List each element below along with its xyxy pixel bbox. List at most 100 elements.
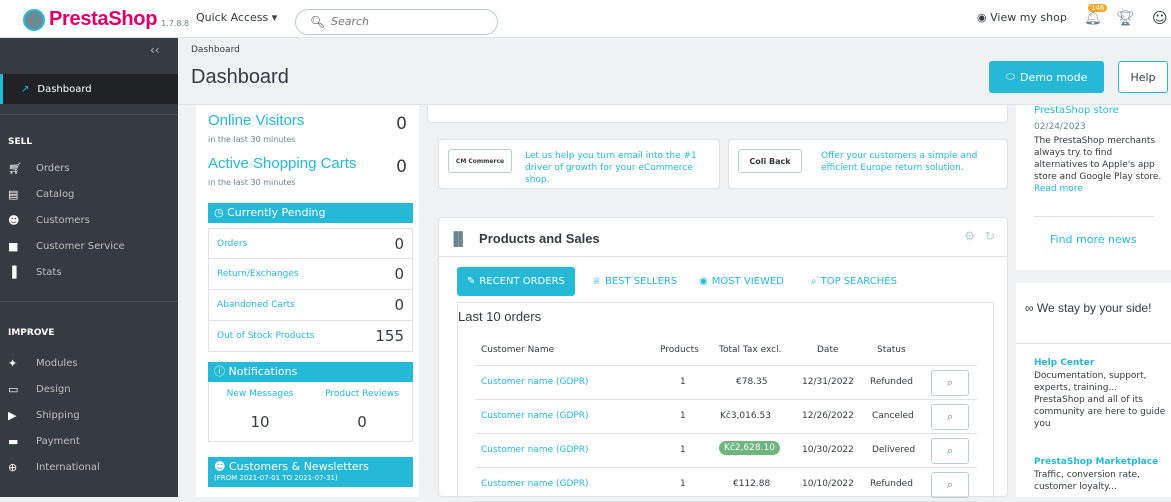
customer-name-link[interactable]: Customer name (GDPR)	[481, 377, 589, 387]
sidebar-item-dashboard[interactable]: ↗ Dashboard	[0, 74, 178, 104]
pending-returns-row[interactable]: Return/Exchanges 0	[208, 259, 413, 290]
sidebar-item-label: International	[36, 462, 100, 473]
sidebar-item-customer-service[interactable]: ■ Customer Service	[8, 240, 125, 253]
version-label: 1.7.8.8	[161, 18, 190, 28]
view-order-button[interactable]: ⌕	[931, 370, 969, 396]
online-visitors-label[interactable]: Online Visitors	[208, 112, 304, 129]
view-my-shop-link[interactable]: ◉ View my shop	[977, 11, 1067, 24]
pending-orders-row[interactable]: Orders 0	[208, 228, 413, 259]
sidebar-item-payment[interactable]: ▬ Payment	[8, 435, 80, 448]
demo-mode-button[interactable]: ⬭ Demo mode	[989, 61, 1104, 93]
marketplace-link[interactable]: PrestaShop Marketplace	[1034, 457, 1158, 467]
cm-commerce-text[interactable]: Let us help you turn email into the #1 d…	[525, 150, 715, 186]
coliback-text[interactable]: Offer your customers a simple and effici…	[821, 150, 1001, 174]
pending-out-of-stock-row[interactable]: Out of Stock Products 155	[208, 321, 413, 352]
bar-chart-icon: ▐	[8, 266, 17, 279]
sidebar-item-international[interactable]: ⊕ International	[8, 461, 100, 474]
person-icon: ☻	[214, 460, 226, 473]
help-button[interactable]: Help	[1118, 61, 1168, 93]
sidebar-item-modules[interactable]: ✦ Modules	[8, 357, 78, 370]
active-carts-value: 0	[396, 157, 407, 177]
currently-pending-header: ◷ Currently Pending	[208, 203, 413, 223]
sidebar-item-customers[interactable]: ☻ Customers	[8, 214, 90, 227]
coliback-logo: Coli Back	[738, 149, 802, 173]
tab-most-viewed[interactable]: ◉ MOST VIEWED	[689, 267, 794, 296]
customer-name-link[interactable]: Customer name (GDPR)	[481, 411, 589, 421]
panel-tools: ⚙ ↻	[964, 229, 995, 243]
tab-recent-orders[interactable]: ✎ RECENT ORDERS	[457, 267, 575, 296]
product-reviews-label: Product Reviews	[325, 389, 399, 399]
pencil-icon: ✎	[467, 276, 476, 287]
search-icon: ⌕	[946, 410, 954, 423]
customer-name-link[interactable]: Customer name (GDPR)	[481, 445, 589, 455]
trophy-icon[interactable]: 🏆︎	[1116, 9, 1135, 27]
truck-icon: ▶	[8, 409, 17, 422]
toggle-icon: ⬭	[1005, 70, 1016, 83]
search-input[interactable]	[331, 15, 481, 28]
support-title: We stay by your side!	[1036, 301, 1152, 315]
tab-top-searches[interactable]: ⌕ TOP SEARCHES	[801, 267, 907, 296]
sidebar-item-label: Customer Service	[36, 241, 125, 252]
notification-count-badge: 146	[1088, 4, 1108, 12]
bell-icon[interactable]: 🔔︎	[1084, 10, 1102, 26]
active-carts-label[interactable]: Active Shopping Carts	[208, 155, 356, 172]
news-article-title[interactable]: PrestaShop store	[1034, 105, 1119, 116]
coliback-promo[interactable]: Coli Back Offer your customers a simple …	[728, 139, 1008, 189]
breadcrumb[interactable]: Dashboard	[191, 45, 240, 55]
pending-abandoned-carts-row[interactable]: Abandoned Carts 0	[208, 290, 413, 321]
view-order-button[interactable]: ⌕	[931, 404, 969, 430]
search-box[interactable]: 🔍︎	[295, 9, 498, 35]
notifications-header: ⓘ Notifications	[208, 362, 413, 382]
new-messages-cell[interactable]: New Messages 10	[209, 382, 311, 442]
pending-label: Orders	[217, 238, 248, 249]
puffin-icon	[23, 8, 45, 31]
marketplace-text: Traffic, conversion rate, customer loyal…	[1034, 470, 1140, 492]
find-more-news-link[interactable]: Find more news	[1050, 233, 1137, 246]
cm-commerce-logo: CM Commerce	[448, 149, 512, 173]
tab-best-sellers[interactable]: ♕ BEST SELLERS	[582, 267, 687, 296]
table-row: Customer name (GDPR) 1 Kč3,016.53 12/26/…	[475, 400, 977, 434]
view-order-button[interactable]: ⌕	[931, 472, 969, 498]
recent-orders-box: Last 10 orders Customer Name Products To…	[457, 302, 994, 502]
column-header: Date	[817, 345, 839, 355]
cm-commerce-promo[interactable]: CM Commerce Let us help you turn email i…	[438, 139, 720, 189]
divider	[1034, 216, 1154, 217]
currently-pending-title: Currently Pending	[227, 206, 326, 219]
read-more-link[interactable]: Read more	[1034, 184, 1083, 194]
sidebar-item-stats[interactable]: ▐ Stats	[8, 266, 62, 279]
user-account-icon[interactable]: ☺	[1152, 9, 1168, 27]
info-icon: ⓘ	[214, 365, 225, 378]
customer-name-link[interactable]: Customer name (GDPR)	[481, 479, 589, 489]
bar-chart-icon: ▐▌	[449, 231, 468, 246]
refresh-icon[interactable]: ↻	[985, 229, 995, 243]
tab-label: RECENT ORDERS	[479, 276, 565, 287]
sidebar-item-shipping[interactable]: ▶ Shipping	[8, 409, 80, 422]
support-panel: ∞ We stay by your side! Help Center Docu…	[1016, 283, 1171, 497]
help-center-link[interactable]: Help Center	[1034, 358, 1094, 368]
order-total: €78.35	[736, 377, 768, 387]
order-status: Refunded	[870, 377, 913, 387]
globe-icon: ⊕	[8, 461, 18, 474]
sidebar-item-label: Orders	[36, 163, 70, 174]
divider	[1016, 343, 1171, 344]
divider	[0, 114, 178, 115]
column-header: Status	[877, 345, 906, 355]
news-body-text: The PrestaShop merchants always try to f…	[1034, 136, 1162, 182]
sidebar-item-orders[interactable]: 🛒︎ Orders	[8, 162, 70, 175]
sidebar-item-catalog[interactable]: ▤ Catalog	[8, 188, 74, 201]
support-title-row: ∞ We stay by your side!	[1025, 299, 1165, 317]
last-orders-title: Last 10 orders	[458, 309, 542, 324]
pending-value: 0	[394, 234, 404, 253]
collapse-sidebar-icon[interactable]: ‹‹	[150, 43, 160, 57]
prestashop-logo[interactable]: PrestaShop 1.7.8.8	[23, 8, 189, 31]
gear-icon[interactable]: ⚙	[964, 229, 975, 243]
view-order-button[interactable]: ⌕	[931, 438, 969, 464]
eye-icon: ◉	[699, 276, 708, 287]
help-center-text: Documentation, support, experts, trainin…	[1034, 371, 1166, 429]
quick-access-dropdown[interactable]: Quick Access ▾	[196, 11, 277, 24]
products-count: 1	[680, 479, 686, 489]
tab-label: MOST VIEWED	[711, 276, 784, 287]
product-reviews-cell[interactable]: Product Reviews 0	[311, 382, 413, 442]
puzzle-icon: ✦	[8, 357, 18, 370]
sidebar-item-design[interactable]: ▭ Design	[8, 383, 71, 396]
